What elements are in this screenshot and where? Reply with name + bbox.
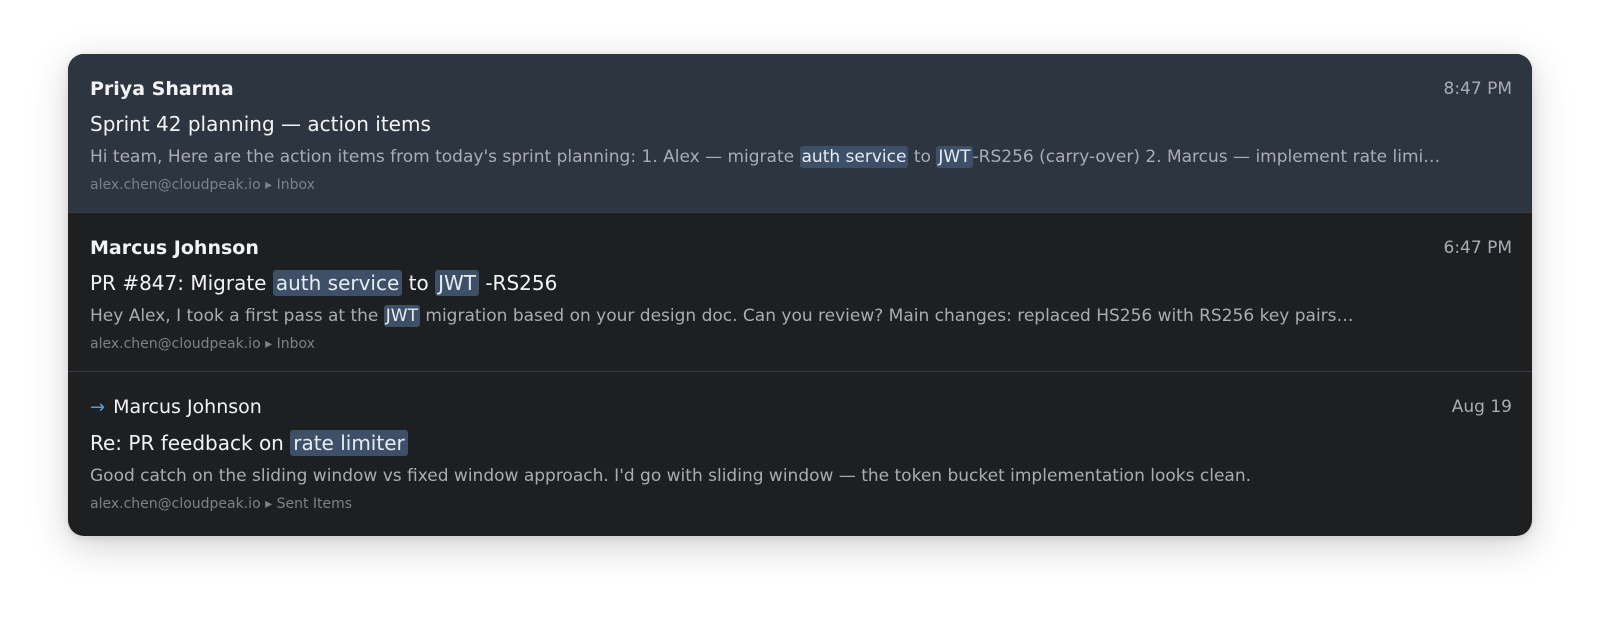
email-sender: Marcus Johnson <box>90 237 259 259</box>
account-email: alex.chen@cloudpeak.io <box>90 336 261 352</box>
account-email: alex.chen@cloudpeak.io <box>90 177 261 193</box>
email-preview: Hi team, Here are the action items from … <box>90 146 1510 168</box>
preview-text: Hey Alex, I took a first pass at the <box>90 306 384 326</box>
email-sender: Priya Sharma <box>90 78 234 100</box>
email-location: alex.chen@cloudpeak.io ▸ Inbox <box>90 335 1510 353</box>
search-results-list: Priya Sharma 8:47 PM Sprint 42 planning … <box>68 54 1532 536</box>
subject-text: PR #847: Migrate <box>90 271 273 295</box>
search-highlight: JWT <box>383 305 420 327</box>
search-highlight: rate limiter <box>290 430 408 456</box>
folder-name: Inbox <box>276 336 315 352</box>
email-result-row[interactable]: Marcus Johnson 6:47 PM PR #847: Migrate … <box>68 213 1532 372</box>
folder-separator-icon: ▸ <box>265 336 273 352</box>
subject-text: Re: PR feedback on <box>90 431 291 455</box>
preview-text: to <box>908 147 937 167</box>
email-subject: Re: PR feedback on rate limiter <box>90 430 1510 456</box>
folder-name: Sent Items <box>276 496 353 512</box>
email-preview: Hey Alex, I took a first pass at the JWT… <box>90 305 1510 327</box>
search-highlight: auth service <box>799 146 909 168</box>
email-sender: → Marcus Johnson <box>90 395 1510 420</box>
preview-text: migration based on your design doc. Can … <box>420 306 1354 326</box>
email-subject: PR #847: Migrate auth service to JWT -RS… <box>90 270 1510 296</box>
sent-arrow-icon: → <box>90 397 106 418</box>
folder-name: Inbox <box>276 177 315 193</box>
email-location: alex.chen@cloudpeak.io ▸ Inbox <box>90 176 1510 194</box>
subject-text: -RS256 <box>478 271 558 295</box>
subject-text: to <box>402 271 436 295</box>
email-result-row[interactable]: → Marcus Johnson Aug 19 Re: PR feedback o… <box>68 372 1532 536</box>
email-subject: Sprint 42 planning — action items <box>90 112 1510 137</box>
recipient-name: Marcus Johnson <box>113 396 262 418</box>
account-email: alex.chen@cloudpeak.io <box>90 496 261 512</box>
folder-separator-icon: ▸ <box>265 177 273 193</box>
search-highlight: JWT <box>936 146 973 168</box>
email-time: Aug 19 <box>1451 397 1512 417</box>
email-time: 6:47 PM <box>1443 238 1513 258</box>
preview-text: Hi team, Here are the action items from … <box>90 147 800 167</box>
email-result-row[interactable]: Priya Sharma 8:47 PM Sprint 42 planning … <box>68 54 1532 213</box>
email-location: alex.chen@cloudpeak.io ▸ Sent Items <box>90 495 1510 513</box>
preview-text: -RS256 (carry-over) 2. Marcus — implemen… <box>972 147 1441 167</box>
email-preview: Good catch on the sliding window vs fixe… <box>90 465 1510 487</box>
email-time: 8:47 PM <box>1443 79 1513 99</box>
search-highlight: JWT <box>435 270 479 296</box>
subject-text: Sprint 42 planning — action items <box>90 112 431 136</box>
folder-separator-icon: ▸ <box>265 496 273 512</box>
preview-text: Good catch on the sliding window vs fixe… <box>90 466 1251 486</box>
search-highlight: auth service <box>272 270 403 296</box>
